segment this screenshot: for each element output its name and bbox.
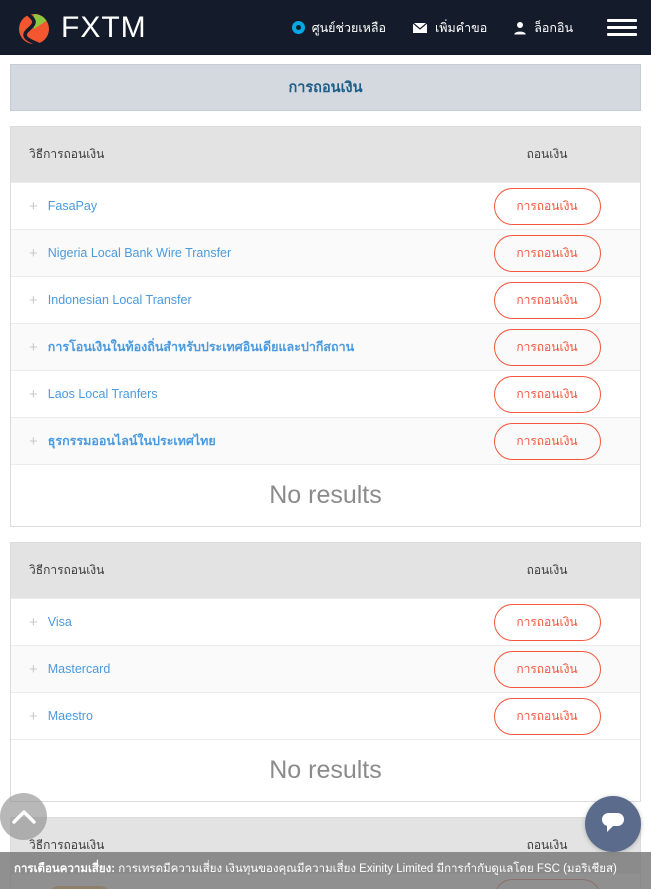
table-row[interactable]: + Visa การถอนเงิน [11,598,640,645]
user-icon [513,21,527,35]
risk-warning-prefix: การเตือนความเสี่ยง: [14,863,116,876]
column-header-action: ถอนเงิน [526,563,568,577]
expand-icon[interactable]: + [29,662,38,677]
table-row[interactable]: + Indonesian Local Transfer การถอนเงิน [11,276,640,323]
table-row[interactable]: + ธุรกรรมออนไลน์ในประเทศไทย การถอนเงิน [11,417,640,464]
expand-icon[interactable]: + [29,434,38,449]
chevron-up-icon [11,809,36,825]
nav-item-submit-request[interactable]: เพิ่มคำขอ [412,18,487,38]
risk-warning-body: การเทรดมีความเสี่ยง เงินทุนของคุณมีความเ… [118,863,617,876]
payment-method-label[interactable]: Visa [48,615,72,629]
withdraw-button[interactable]: การถอนเงิน [493,328,601,366]
withdrawal-table-2: วิธีการถอนเงิน ถอนเงิน + Visa การถอนเงิน… [10,542,641,802]
column-header-action: ถอนเงิน [526,147,568,161]
withdraw-button[interactable]: การถอนเงิน [493,234,601,272]
table-row[interactable]: + Maestro การถอนเงิน [11,692,640,739]
page-root: FXTM ศูนย์ช่วยเหลือ เพิ่มคำขอ ล็อกอิน กา… [0,0,651,889]
expand-icon[interactable]: + [29,246,38,261]
payment-method-label[interactable]: Mastercard [48,662,111,676]
nav-item-login-label: ล็อกอิน [534,20,573,35]
payment-method-label[interactable]: ธุรกรรมออนไลน์ในประเทศไทย [48,431,216,451]
payment-method-label[interactable]: FasaPay [48,199,97,213]
table-row[interactable]: + Laos Local Tranfers การถอนเงิน [11,370,640,417]
column-header-method: วิธีการถอนเงิน [29,563,105,577]
withdraw-button[interactable]: การถอนเงิน [493,281,601,319]
nav-item-login[interactable]: ล็อกอิน [513,18,573,38]
column-header-method: วิธีการถอนเงิน [29,147,105,161]
table-row[interactable]: + FasaPay การถอนเงิน [11,182,640,229]
withdraw-button[interactable]: การถอนเงิน [493,375,601,413]
table-header-row: วิธีการถอนเงิน ถอนเงิน [11,127,640,182]
nav-item-help-center-label: ศูนย์ช่วยเหลือ [311,20,387,35]
page-title-bar: การถอนเงิน [10,64,641,111]
no-results-label: No results [269,481,382,509]
envelope-icon [412,21,429,34]
fxtm-logo[interactable]: FXTM [16,10,147,46]
payment-method-label[interactable]: Indonesian Local Transfer [48,293,192,307]
withdraw-button[interactable]: การถอนเงิน [493,187,601,225]
nav-item-submit-request-label: เพิ่มคำขอ [435,20,488,35]
expand-icon[interactable]: + [29,615,38,630]
site-header: FXTM ศูนย์ช่วยเหลือ เพิ่มคำขอ ล็อกอิน [0,0,651,55]
fxtm-logo-text: FXTM [61,10,147,44]
chat-widget-button[interactable] [585,796,641,852]
expand-icon[interactable]: + [29,199,38,214]
payment-method-label[interactable]: Laos Local Tranfers [48,387,158,401]
table-row[interactable]: + การโอนเงินในท้องถิ่นสำหรับประเทศอินเดี… [11,323,640,370]
expand-icon[interactable]: + [29,709,38,724]
withdraw-button[interactable]: การถอนเงิน [493,650,601,688]
table-row[interactable]: + Mastercard การถอนเงิน [11,645,640,692]
no-results-row: No results [11,464,640,526]
payment-method-label[interactable]: การโอนเงินในท้องถิ่นสำหรับประเทศอินเดียแ… [48,337,354,357]
withdrawal-table-1: วิธีการถอนเงิน ถอนเงิน + FasaPay การถอนเ… [10,126,641,527]
header-nav: ศูนย์ช่วยเหลือ เพิ่มคำขอ ล็อกอิน [291,18,637,38]
withdraw-button[interactable]: การถอนเงิน [493,422,601,460]
scroll-to-top-button[interactable] [0,793,47,840]
payment-method-label[interactable]: Maestro [48,709,93,723]
help-circle-icon [291,21,305,34]
hamburger-menu-icon[interactable] [607,19,637,36]
no-results-row: No results [11,739,640,801]
chat-bubble-icon [598,808,628,841]
withdraw-button[interactable]: การถอนเงิน [493,697,601,735]
table-header-row: วิธีการถอนเงิน ถอนเงิน [11,543,640,598]
nav-item-help-center[interactable]: ศูนย์ช่วยเหลือ [291,18,387,38]
page-title: การถอนเงิน [288,80,363,96]
main-content: การถอนเงิน วิธีการถอนเงิน ถอนเงิน + Fasa… [0,64,651,889]
expand-icon[interactable]: + [29,340,38,355]
risk-warning-banner: การเตือนความเสี่ยง: การเทรดมีความเสี่ยง … [0,852,651,889]
expand-icon[interactable]: + [29,387,38,402]
withdraw-button[interactable]: การถอนเงิน [493,603,601,641]
fxtm-logo-mark [16,10,52,46]
table-row[interactable]: + Nigeria Local Bank Wire Transfer การถอ… [11,229,640,276]
expand-icon[interactable]: + [29,293,38,308]
no-results-label: No results [269,756,382,784]
payment-method-label[interactable]: Nigeria Local Bank Wire Transfer [48,246,231,260]
